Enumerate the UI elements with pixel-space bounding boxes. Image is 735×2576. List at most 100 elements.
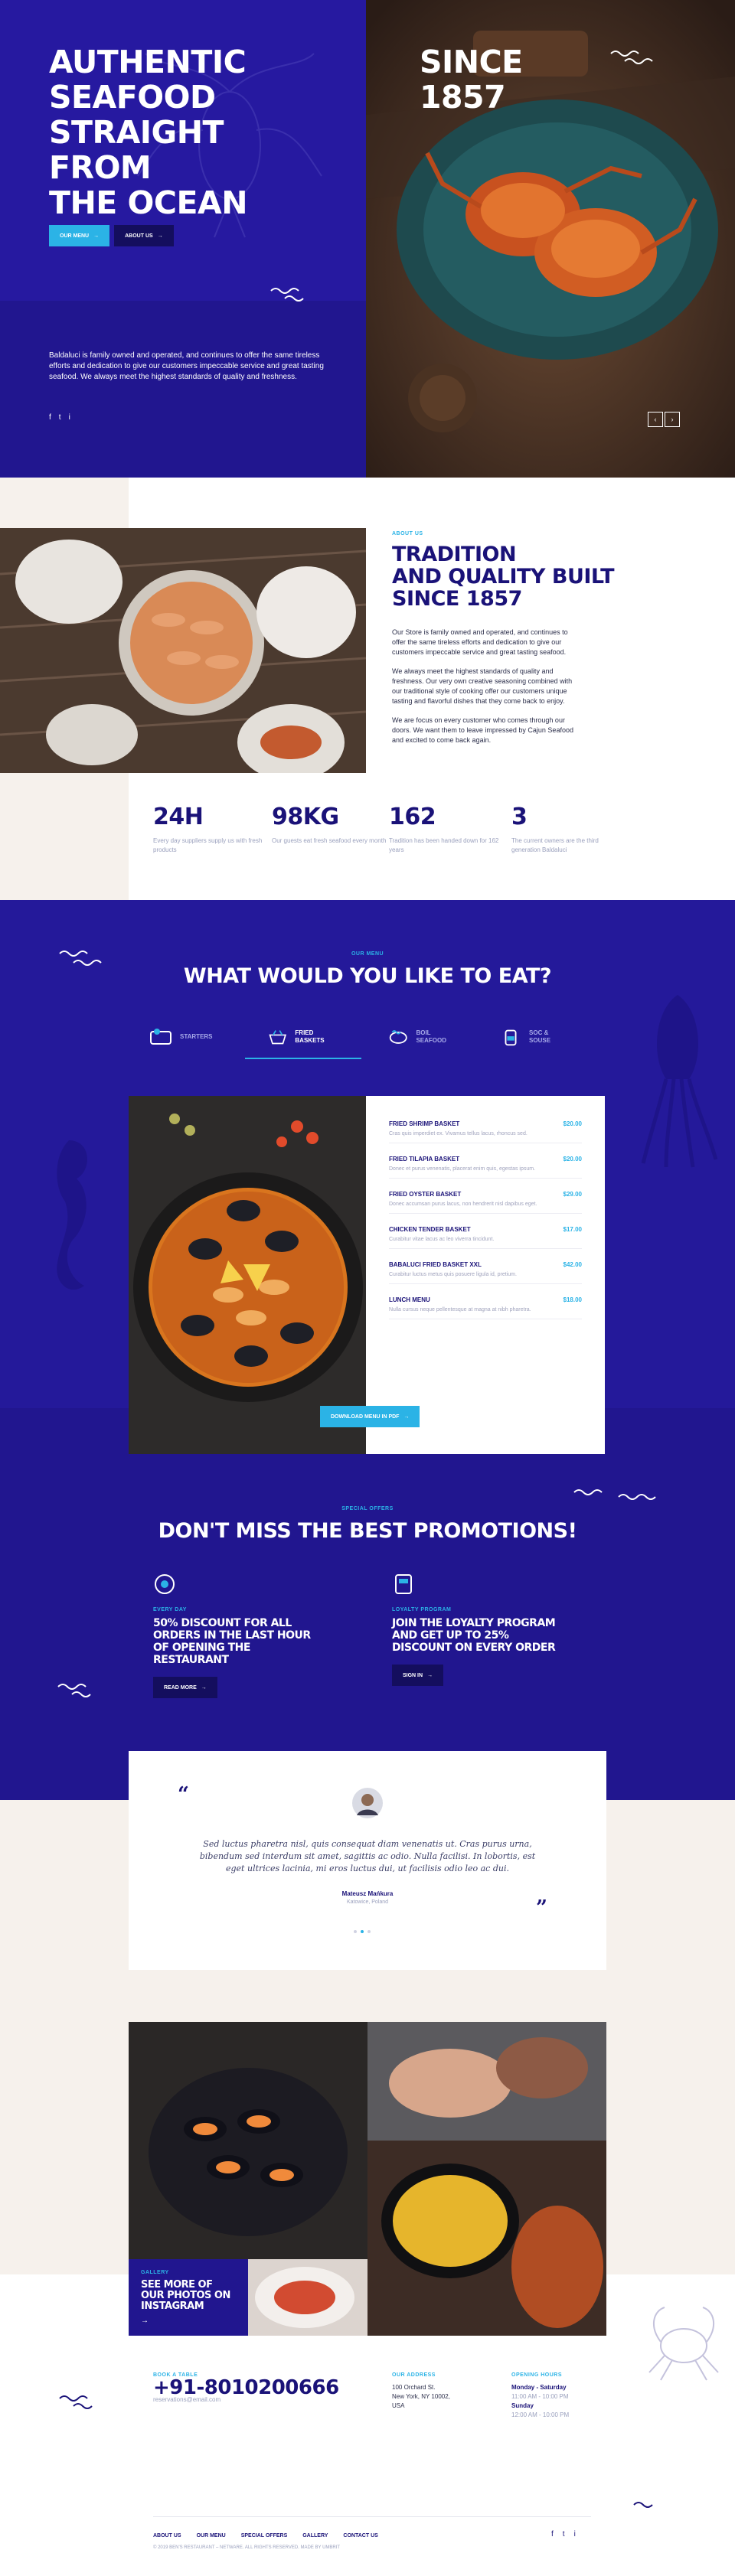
menu-item[interactable]: BABALUCI FRIED BASKET XXL $42.00 Curabitu…: [389, 1261, 582, 1284]
twitter-icon[interactable]: t: [563, 2530, 565, 2539]
menu-item-price: $20.00: [563, 1156, 582, 1162]
phone-number[interactable]: +91-8010200666: [153, 2378, 339, 2398]
slider-arrows: ‹ ›: [648, 412, 680, 427]
about-paragraph: We are focus on every customer who comes…: [392, 716, 573, 744]
wave-decoration: [610, 51, 653, 64]
promo-card-eyebrow: EVERY DAY: [153, 1607, 187, 1612]
menu-item[interactable]: CHICKEN TENDER BASKET $17.00 Curabitur vi…: [389, 1226, 582, 1249]
about-eyebrow: ABOUT US: [392, 531, 423, 536]
menu-item[interactable]: FRIED TILAPIA BASKET $20.00 Donec et puru…: [389, 1156, 582, 1179]
menu-item-description: Donec accumsan purus lacus, non hendreri…: [389, 1202, 537, 1207]
tab-fried-baskets[interactable]: FRIED BASKETS: [268, 1018, 337, 1056]
copyright: © 2019 BEN'S RESTAURANT – NETWARE. ALL R…: [153, 2545, 341, 2550]
promo-title: DON'T MISS THE BEST PROMOTIONS!: [158, 1519, 577, 1543]
seafood-table-image: [0, 528, 366, 773]
stat-description: Tradition has been handed down for 162 y…: [389, 837, 499, 853]
hours-time: 12:00 AM - 10:00 PM: [511, 2411, 570, 2418]
menu-item[interactable]: LUNCH MENU $18.00 Nulla cursus neque pell…: [389, 1296, 582, 1319]
slider-dot[interactable]: [368, 1930, 371, 1933]
menu-item-name: FRIED SHRIMP BASKET: [389, 1120, 460, 1127]
menu-item-description: Curabitur luctus metus quis posuere ligu…: [389, 1272, 517, 1277]
our-menu-button[interactable]: OUR MENU →: [49, 225, 110, 246]
about-heading: TRADITION AND QUALITY BUILT SINCE 1857: [392, 543, 615, 611]
address-line: 100 Orchard St.: [392, 2384, 436, 2391]
footer-divider: [153, 2516, 591, 2517]
menu-item-name: FRIED OYSTER BASKET: [389, 1191, 462, 1198]
instagram-icon[interactable]: i: [69, 413, 70, 422]
clock-discount-icon: [155, 1574, 175, 1594]
stat-item: 3 The current owners are the third gener…: [508, 804, 626, 855]
about-body: Our Store is family owned and operated, …: [392, 628, 576, 755]
read-more-button[interactable]: READ MORE →: [153, 1677, 217, 1698]
promo-card-eyebrow: LOYALTY PROGRAM: [392, 1607, 452, 1612]
wave-decoration: [270, 288, 304, 302]
hours-day: Sunday: [511, 2402, 534, 2409]
footer-link-menu[interactable]: OUR MENU: [197, 2533, 226, 2539]
menu-eyebrow: OUR MENU: [351, 951, 384, 957]
prev-arrow-icon[interactable]: ‹: [648, 412, 663, 427]
promo-card-heading: JOIN THE LOYALTY PROGRAM AND GET UP TO 2…: [392, 1617, 556, 1654]
testimonial-quote: Sed luctus pharetra nisl, quis consequat…: [199, 1839, 536, 1873]
menu-item[interactable]: FRIED OYSTER BASKET $29.00 Donec accumsan…: [389, 1191, 582, 1214]
stat-item: 98KG Our guests eat fresh seafood every …: [270, 804, 387, 846]
arrow-right-icon: →: [157, 233, 163, 239]
address-block: OUR ADDRESS 100 Orchard St. New York, NY…: [392, 2371, 450, 2411]
facebook-icon[interactable]: f: [551, 2530, 554, 2539]
menu-item-name: CHICKEN TENDER BASKET: [389, 1226, 471, 1233]
menu-item-name: FRIED TILAPIA BASKET: [389, 1156, 460, 1162]
wave-decoration: [573, 1489, 656, 1500]
hours-block: OPENING HOURS Monday - Saturday 11:00 AM…: [511, 2371, 569, 2420]
footer-link-offers[interactable]: SPECIAL OFFERS: [241, 2533, 288, 2539]
address-label: OUR ADDRESS: [392, 2372, 436, 2378]
wave-decoration: [57, 1684, 91, 1697]
avatar: [352, 1788, 383, 1818]
menu-item-description: Curabitur vitae lacus ac leo viverra tin…: [389, 1237, 495, 1242]
seafood-table-photo: [0, 528, 366, 773]
crab-illustration: [648, 2307, 719, 2381]
menu-item-name: LUNCH MENU: [389, 1296, 430, 1303]
arrow-right-icon: →: [427, 1672, 433, 1678]
download-menu-button[interactable]: DOWNLOAD MENU IN PDF →: [320, 1406, 420, 1427]
stat-item: 162 Tradition has been handed down for 1…: [386, 804, 504, 855]
slider-dot-active[interactable]: [361, 1930, 364, 1933]
arrow-right-icon: →: [201, 1684, 207, 1691]
footer-link-about[interactable]: ABOUT US: [153, 2533, 181, 2539]
promo-eyebrow: SPECIAL OFFERS: [341, 1506, 394, 1511]
about-us-button[interactable]: ABOUT US →: [114, 225, 174, 246]
about-paragraph: We always meet the highest standards of …: [392, 667, 573, 705]
starters-icon: [150, 1029, 172, 1045]
menu-tabs: STARTERS FRIED BASKETS BOIL SEAFOOD SOC …: [142, 1018, 593, 1056]
tab-starters[interactable]: STARTERS: [149, 1018, 213, 1056]
tab-boil-seafood[interactable]: BOIL SEAFOOD: [388, 1018, 457, 1056]
address-line: USA: [392, 2402, 405, 2409]
facebook-icon[interactable]: f: [49, 413, 51, 422]
next-arrow-icon[interactable]: ›: [665, 412, 680, 427]
instagram-promo-box[interactable]: GALLERY SEE MORE OF OUR PHOTOS ON INSTAG…: [129, 2259, 248, 2336]
menu-item-price: $42.00: [563, 1261, 582, 1268]
menu-item-description: Nulla cursus neque pellentesque at magna…: [389, 1307, 531, 1312]
hero-description: Baldaluci is family owned and operated, …: [49, 351, 324, 381]
footer-link-contact[interactable]: CONTACT US: [343, 2533, 377, 2539]
tab-soc-souse[interactable]: SOC & SOUSE: [500, 1018, 569, 1056]
menu-item-price: $18.00: [563, 1296, 582, 1303]
boil-pot-icon: [389, 1030, 407, 1044]
active-tab-indicator: [245, 1058, 361, 1059]
menu-title: WHAT WOULD YOU LIKE TO EAT?: [183, 964, 552, 988]
menu-item[interactable]: FRIED SHRIMP BASKET $20.00 Cras quis impe…: [389, 1120, 582, 1143]
paella-photo: [129, 1096, 368, 1454]
instagram-icon[interactable]: i: [574, 2530, 576, 2539]
arrow-right-icon: →: [141, 2317, 149, 2325]
stat-number: 98KG: [270, 804, 339, 830]
since-label: SINCE 1857: [420, 44, 523, 116]
slider-dot[interactable]: [354, 1930, 357, 1933]
footer-link-gallery[interactable]: GALLERY: [302, 2533, 328, 2539]
loyalty-card-icon: [395, 1574, 412, 1594]
menu-card: FRIED SHRIMP BASKET $20.00 Cras quis impe…: [366, 1096, 605, 1454]
arrow-right-icon: →: [93, 233, 100, 239]
twitter-icon[interactable]: t: [59, 413, 61, 422]
sign-in-button[interactable]: SIGN IN →: [392, 1665, 444, 1686]
stat-description: The current owners are the third generat…: [511, 837, 599, 853]
footer-social: f t i: [551, 2530, 576, 2539]
about-paragraph: Our Store is family owned and operated, …: [392, 628, 568, 656]
hours-time: 11:00 AM - 10:00 PM: [511, 2393, 569, 2400]
